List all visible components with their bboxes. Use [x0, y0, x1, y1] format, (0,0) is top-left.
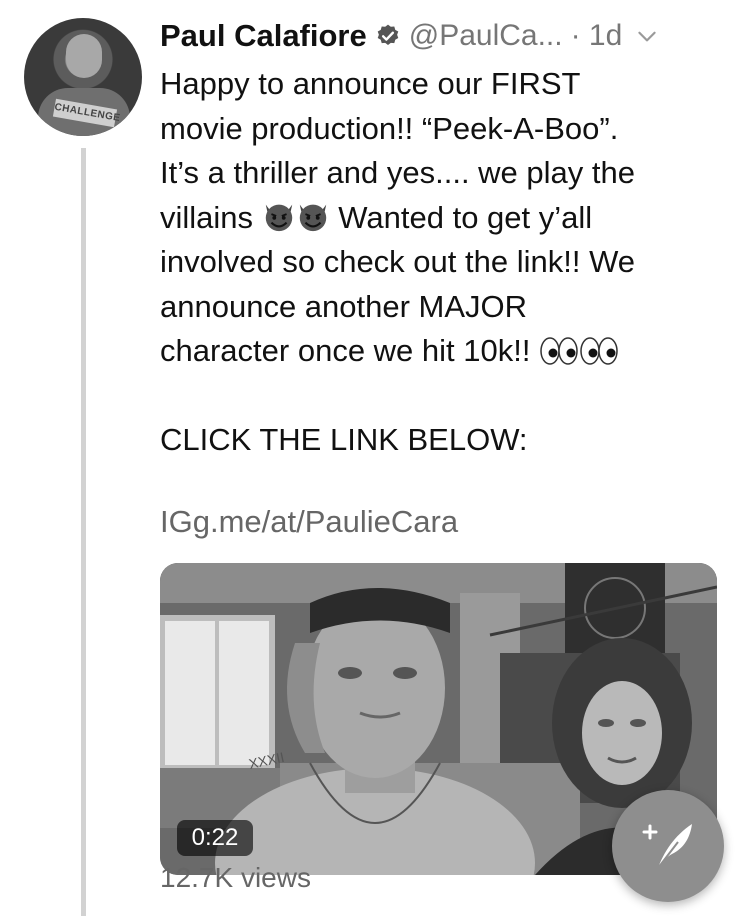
tweet-cta: CLICK THE LINK BELOW: — [160, 422, 528, 457]
tweet-time: · 1d — [570, 19, 623, 52]
smiling-devil-emoji-icon — [299, 204, 326, 231]
tweet-text-segment: Wanted to get y’all — [338, 199, 593, 235]
view-count: 12.7K views — [160, 862, 311, 893]
author-name[interactable]: Paul Calafiore — [160, 18, 367, 54]
tweet-line: announce another MAJOR — [160, 288, 528, 324]
tweet-line: Happy to announce our FIRST — [160, 66, 581, 101]
avatar[interactable]: CHALLENGE — [24, 18, 142, 136]
eyes-emoji-icon — [580, 337, 618, 365]
tweet-line: movie production!! “Peek-A-Boo”. — [160, 110, 619, 146]
video-duration-badge: 0:22 — [177, 820, 253, 856]
tweet-link[interactable]: IGg.me/at/PaulieCara — [160, 504, 458, 540]
tweet-text: Happy to announce our FIRST movie produc… — [160, 62, 730, 463]
thread-line — [81, 148, 86, 916]
tweet-line: involved so check out the link!! We — [160, 244, 636, 279]
author-handle[interactable]: @PaulCa... — [409, 19, 563, 53]
tweet-line — [160, 374, 730, 419]
tweet-header: Paul Calafiore @PaulCa... · 1d — [160, 16, 730, 56]
compose-tweet-button[interactable] — [612, 790, 724, 902]
tweet-line: It’s a thriller and yes.... we play the — [160, 155, 635, 190]
eyes-emoji-icon — [540, 337, 578, 365]
tweet-line: villains Wanted to get y’all — [160, 196, 730, 241]
verified-badge-icon — [377, 24, 399, 45]
avatar-head — [66, 34, 102, 78]
smiling-devil-emoji-icon — [265, 204, 292, 231]
tweet-text-segment: villains — [160, 199, 254, 235]
tweet-text-segment: character once we hit 10k!! — [160, 333, 531, 368]
chevron-down-icon[interactable] — [634, 23, 660, 49]
compose-tweet-icon — [642, 824, 692, 869]
tweet-line: character once we hit 10k!! — [160, 329, 730, 374]
